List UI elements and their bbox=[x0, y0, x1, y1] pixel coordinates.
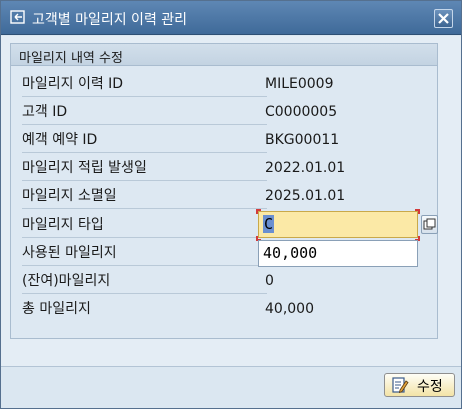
dialog-footer: 수정 bbox=[1, 366, 461, 408]
label-customer-id: 고객 ID bbox=[22, 101, 267, 125]
value-help-button[interactable] bbox=[421, 215, 438, 234]
dialog-window: 고객별 마일리지 이력 관리 마일리지 내역 수정 마일리지 이력 ID MIL… bbox=[0, 0, 462, 409]
label-mileage-history-id: 마일리지 이력 ID bbox=[22, 73, 267, 97]
group-title: 마일리지 내역 수정 bbox=[19, 51, 123, 66]
label-total-mileage: 총 마일리지 bbox=[22, 301, 91, 317]
group-header: 마일리지 내역 수정 bbox=[11, 44, 437, 66]
value-booking-id: BKG00011 bbox=[265, 132, 340, 148]
save-button-label: 수정 bbox=[417, 379, 443, 395]
label-remaining-mileage: (잔여)마일리지 bbox=[22, 270, 267, 294]
used-mileage-input[interactable]: 40,000 bbox=[258, 240, 418, 267]
label-mileage-type: 마일리지 타입 bbox=[22, 214, 267, 238]
window-title: 고객별 마일리지 이력 관리 bbox=[32, 12, 188, 28]
value-customer-id: C0000005 bbox=[265, 104, 338, 120]
value-remaining-mileage: 0 bbox=[265, 273, 274, 289]
label-used-mileage: 사용된 마일리지 bbox=[22, 242, 267, 266]
value-mileage-history-id: MILE0009 bbox=[265, 76, 334, 92]
label-earned-date: 마일리지 적립 발생일 bbox=[22, 157, 267, 181]
value-earned-date: 2022.01.01 bbox=[265, 160, 346, 176]
focus-corner-tr bbox=[415, 209, 420, 214]
edit-icon bbox=[392, 377, 409, 394]
value-expiry-date: 2025.01.01 bbox=[265, 188, 346, 204]
close-icon bbox=[438, 13, 449, 24]
value-help-icon bbox=[423, 218, 436, 230]
dialog-content: 마일리지 내역 수정 마일리지 이력 ID MILE0009 고객 ID C00… bbox=[1, 36, 461, 366]
save-button[interactable]: 수정 bbox=[384, 373, 455, 397]
label-booking-id: 예객 예약 ID bbox=[22, 129, 267, 153]
mileage-type-value: C bbox=[263, 215, 275, 233]
mileage-edit-group: 마일리지 내역 수정 마일리지 이력 ID MILE0009 고객 ID C00… bbox=[10, 43, 438, 339]
value-total-mileage: 40,000 bbox=[265, 301, 314, 317]
focus-corner-tl bbox=[256, 209, 261, 214]
close-button[interactable] bbox=[434, 9, 453, 28]
label-expiry-date: 마일리지 소멸일 bbox=[22, 185, 267, 209]
window-return-icon bbox=[10, 10, 25, 24]
mileage-type-input[interactable]: C bbox=[258, 211, 418, 238]
title-bar: 고객별 마일리지 이력 관리 bbox=[1, 1, 461, 35]
